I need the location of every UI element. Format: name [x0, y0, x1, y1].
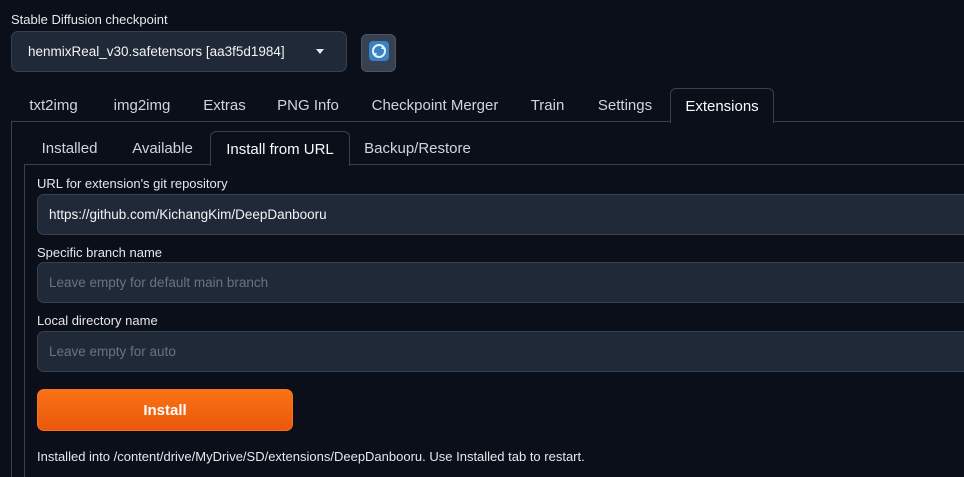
tab-txt2img[interactable]: txt2img — [11, 88, 96, 122]
tab-settings[interactable]: Settings — [580, 88, 670, 122]
branch-field-label: Specific branch name — [37, 245, 163, 260]
app-root: Stable Diffusion checkpoint henmixReal_v… — [0, 0, 964, 477]
url-input[interactable] — [37, 194, 964, 235]
tab-install-from-url[interactable]: Install from URL — [210, 131, 350, 166]
refresh-checkpoint-button[interactable] — [361, 34, 396, 72]
tab-checkpoint-merger[interactable]: Checkpoint Merger — [355, 88, 515, 122]
tab-train[interactable]: Train — [515, 88, 580, 122]
chevron-down-icon — [316, 49, 324, 54]
checkpoint-dropdown[interactable]: henmixReal_v30.safetensors [aa3f5d1984] — [11, 31, 347, 72]
checkpoint-label: Stable Diffusion checkpoint — [11, 12, 168, 27]
main-tab-bar: txt2img img2img Extras PNG Info Checkpoi… — [11, 88, 774, 123]
tab-img2img[interactable]: img2img — [96, 88, 188, 122]
install-button[interactable]: Install — [37, 389, 293, 431]
tab-available[interactable]: Available — [115, 131, 210, 165]
tab-installed[interactable]: Installed — [24, 131, 115, 165]
tab-extensions[interactable]: Extensions — [670, 88, 774, 123]
url-field-label: URL for extension's git repository — [37, 176, 228, 191]
checkpoint-selected-value: henmixReal_v30.safetensors [aa3f5d1984] — [28, 44, 285, 59]
tab-png-info[interactable]: PNG Info — [261, 88, 355, 122]
tab-backup-restore[interactable]: Backup/Restore — [350, 131, 485, 165]
refresh-icon — [368, 40, 390, 67]
install-status-message: Installed into /content/drive/MyDrive/SD… — [37, 449, 585, 464]
extensions-sub-tab-bar: Installed Available Install from URL Bac… — [24, 131, 485, 166]
branch-input[interactable] — [37, 262, 964, 303]
tab-extras[interactable]: Extras — [188, 88, 261, 122]
directory-field-label: Local directory name — [37, 313, 158, 328]
directory-input[interactable] — [37, 331, 964, 372]
